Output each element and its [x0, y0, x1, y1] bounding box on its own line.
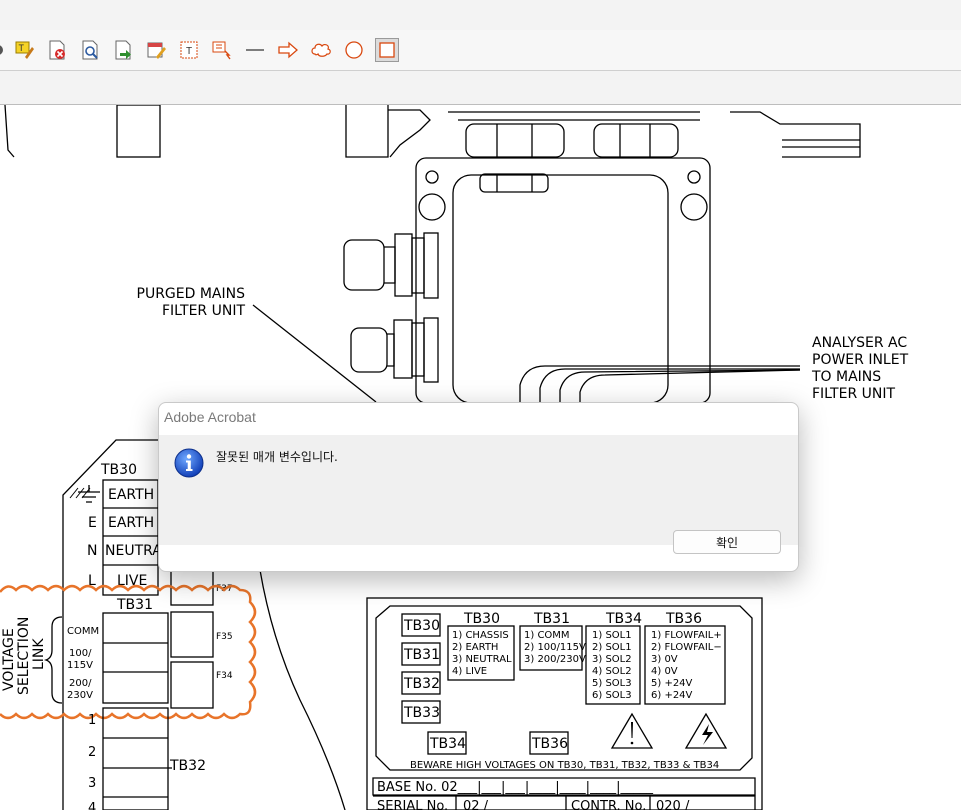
tb30-row2-label: EARTH — [108, 515, 154, 531]
legend-tag-tb34: TB34 — [429, 736, 466, 752]
find-text-icon[interactable] — [78, 38, 102, 62]
legend-col4-item1: 1) FLOWFAIL+ — [651, 630, 722, 641]
tb31-230v-label: 230V — [67, 690, 93, 701]
legend-col4-item6: 6) +24V — [651, 690, 693, 701]
tb30-row3-mark: N — [87, 543, 97, 559]
contr-label: CONTR. No. — [571, 799, 646, 810]
legend-col3-head: TB34 — [605, 611, 642, 627]
rectangle-tool-icon[interactable] — [375, 38, 399, 62]
legend-col3-item6: 6) SOL3 — [592, 690, 632, 701]
tb31-title: TB31 — [116, 597, 153, 613]
tb30-row2-mark: E — [88, 515, 97, 531]
legend-col1-head: TB30 — [463, 611, 500, 627]
tb31-100-label: 100/ — [69, 648, 92, 659]
tb32-num-1: 1 — [88, 713, 96, 728]
highlight-note-icon[interactable] — [144, 38, 168, 62]
text-callout-icon[interactable] — [210, 38, 234, 62]
tb32-num-4: 4 — [88, 801, 96, 810]
arrow-tool-icon[interactable] — [276, 38, 300, 62]
text-box-icon[interactable]: T — [177, 38, 201, 62]
legend-warning: BEWARE HIGH VOLTAGES ON TB30, TB31, TB32… — [410, 760, 719, 771]
legend-col4-item2: 2) FLOWFAIL− — [651, 642, 722, 653]
voltage-link-line3: LINK — [31, 638, 47, 670]
contr-value: 020 / — [656, 799, 690, 810]
ok-button[interactable]: 확인 — [673, 530, 781, 554]
legend-col2-head: TB31 — [533, 611, 570, 627]
legend-col1-item1: 1) CHASSIS — [452, 630, 509, 641]
legend-col4-item5: 5) +24V — [651, 678, 693, 689]
legend-col3-item5: 5) SOL3 — [592, 678, 632, 689]
legend-tag-tb36: TB36 — [531, 736, 568, 752]
legend-col4-head: TB36 — [665, 611, 702, 627]
base-number-label: BASE No. 02___|___|___|____|____|____|__… — [377, 780, 653, 795]
legend-col3-item1: 1) SOL1 — [592, 630, 632, 641]
svg-text:T: T — [186, 46, 192, 57]
error-dialog: Adobe Acrobat 잘못된 매개 변수입니다. 확인 — [158, 402, 799, 572]
legend-col3-item2: 2) SOL1 — [592, 642, 632, 653]
dialog-title: Adobe Acrobat — [164, 409, 256, 425]
export-icon[interactable] — [111, 38, 135, 62]
fuse-f34-label: F34 — [216, 671, 233, 681]
callout-analyser-line1: ANALYSER AC — [812, 335, 907, 351]
dialog-message: 잘못된 매개 변수입니다. — [216, 450, 338, 464]
info-icon — [174, 448, 204, 478]
tb30-row1-label: EARTH — [108, 487, 154, 503]
tb32-title: TB32 — [169, 758, 206, 774]
tb30-row3-label: NEUTRA — [105, 543, 162, 559]
cloud-tool-icon[interactable] — [309, 38, 333, 62]
legend-col4-item3: 3) 0V — [651, 654, 678, 665]
fuse-f35-label: F35 — [216, 632, 233, 642]
tb31-115v-label: 115V — [67, 660, 93, 671]
legend-tag-tb31: TB31 — [403, 647, 440, 663]
callout-purged-line1: PURGED MAINS — [137, 286, 246, 302]
legend-tag-tb30: TB30 — [403, 618, 440, 634]
legend-tag-tb33: TB33 — [403, 705, 440, 721]
oval-tool-icon[interactable] — [342, 38, 366, 62]
comment-toolbar: T T — [0, 30, 961, 71]
voltage-link-line2: SELECTION — [16, 617, 32, 695]
legend-tag-tb32: TB32 — [403, 676, 440, 692]
callout-purged-line2: FILTER UNIT — [162, 303, 245, 319]
typewriter-icon[interactable]: T — [12, 38, 36, 62]
legend-col4-item4: 4) 0V — [651, 666, 678, 677]
legend-col2-item1: 1) COMM — [524, 630, 570, 641]
title-strip — [0, 0, 961, 31]
legend-col3-item4: 4) SOL2 — [592, 666, 632, 677]
callout-analyser-line4: FILTER UNIT — [812, 386, 895, 402]
legend-col2-item3: 3) 200/230V — [524, 654, 586, 665]
delete-comment-icon[interactable] — [45, 38, 69, 62]
callout-analyser-line2: POWER INLET — [812, 352, 909, 368]
tb32-num-2: 2 — [88, 745, 96, 760]
properties-bar — [0, 71, 961, 105]
legend-col1-item3: 3) NEUTRAL — [452, 654, 512, 665]
tb32-num-3: 3 — [88, 776, 96, 791]
voltage-link-line1: VOLTAGE — [1, 628, 17, 691]
tb31-comm-label: COMM — [67, 626, 99, 637]
legend-col1-item4: 4) LIVE — [452, 666, 487, 677]
tool-partial-icon[interactable] — [0, 38, 10, 62]
tb30-title: TB30 — [100, 462, 137, 478]
legend-col3-item3: 3) SOL2 — [592, 654, 632, 665]
legend-col1-item2: 2) EARTH — [452, 642, 498, 653]
tb31-200-label: 200/ — [69, 678, 92, 689]
serial-value: 02 / — [463, 799, 489, 810]
svg-text:T: T — [19, 43, 25, 53]
legend-col2-item2: 2) 100/115V — [524, 642, 586, 653]
line-tool-icon[interactable] — [243, 38, 267, 62]
serial-label: SERIAL No. — [377, 799, 448, 810]
callout-analyser-line3: TO MAINS — [811, 369, 881, 385]
